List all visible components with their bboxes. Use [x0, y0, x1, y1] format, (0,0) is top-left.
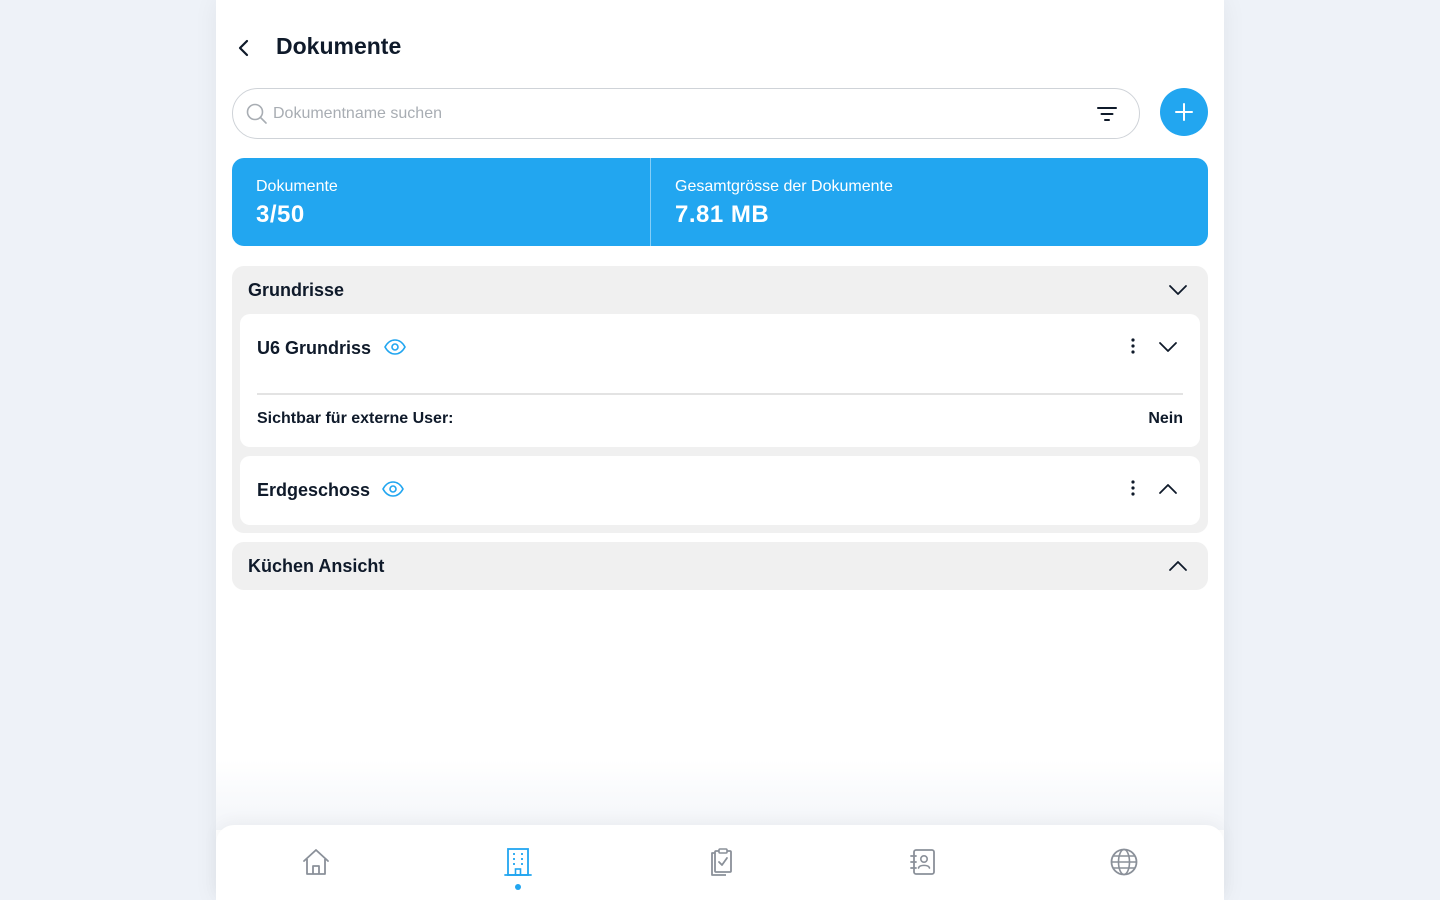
divider — [257, 393, 1183, 395]
nav-item-web[interactable] — [1104, 847, 1144, 887]
nav-item-buildings[interactable] — [498, 847, 538, 890]
folder-group-title: Grundrisse — [248, 280, 345, 300]
document-card: U6 Grundriss Sichtbar für externe User: … — [240, 314, 1200, 447]
folder-group: Küchen Ansicht — [232, 542, 1208, 590]
header: Dokumente — [216, 0, 1224, 88]
add-document-button[interactable] — [1160, 88, 1208, 136]
total-size-label: Gesamtgrösse der Dokumente — [675, 178, 893, 195]
home-icon — [303, 849, 329, 875]
document-count-value: 3/50 — [256, 201, 305, 228]
active-indicator — [515, 884, 521, 890]
folder-group-header[interactable]: Grundrisse — [232, 266, 1208, 314]
chevron-left-icon — [238, 39, 249, 57]
folder-group: Grundrisse U6 Grundriss Sichtbar für ext… — [232, 266, 1208, 533]
clipboard-check-icon — [711, 848, 732, 876]
folder-group-title: Küchen Ansicht — [248, 556, 385, 576]
chevron-up-icon — [1169, 561, 1187, 571]
document-name: U6 Grundriss — [257, 338, 372, 358]
document-count-stat: Dokumente 3/50 — [232, 158, 651, 246]
nav-item-home[interactable] — [296, 847, 336, 887]
search-bar — [232, 88, 1140, 139]
building-icon — [504, 848, 532, 876]
stats-card: Dokumente 3/50 Gesamtgrösse der Dokument… — [232, 158, 1208, 246]
visibility-label: Sichtbar für externe User: — [257, 410, 454, 427]
bottom-fade — [216, 760, 1224, 830]
filter-icon[interactable] — [1097, 104, 1117, 124]
eye-icon[interactable] — [382, 481, 404, 497]
eye-icon[interactable] — [384, 339, 406, 355]
page-title: Dokumente — [276, 33, 402, 59]
back-button[interactable] — [232, 32, 256, 64]
search-icon — [246, 103, 267, 124]
chevron-down-icon — [1169, 285, 1187, 295]
more-options-icon[interactable] — [1130, 479, 1136, 497]
nav-item-tasks[interactable] — [700, 847, 740, 887]
search-input[interactable] — [273, 101, 1093, 127]
globe-icon — [1110, 848, 1138, 876]
document-card: Erdgeschoss — [240, 456, 1200, 525]
app-window: Dokumente Dokumente 3/50 Gesamtgrösse de… — [216, 0, 1224, 900]
total-size-value: 7.81 MB — [675, 201, 770, 228]
contacts-book-icon — [910, 849, 935, 875]
document-name: Erdgeschoss — [257, 480, 371, 500]
more-options-icon[interactable] — [1130, 337, 1136, 355]
chevron-down-icon[interactable] — [1158, 337, 1178, 357]
folder-group-header[interactable]: Küchen Ansicht — [232, 542, 1208, 590]
nav-item-contacts[interactable] — [902, 847, 942, 887]
visibility-value: Nein — [1148, 410, 1183, 427]
total-size-stat: Gesamtgrösse der Dokumente 7.81 MB — [651, 158, 1208, 246]
document-count-label: Dokumente — [256, 178, 338, 195]
bottom-navigation — [216, 825, 1224, 900]
chevron-up-icon[interactable] — [1158, 479, 1178, 499]
plus-icon — [1175, 103, 1193, 121]
